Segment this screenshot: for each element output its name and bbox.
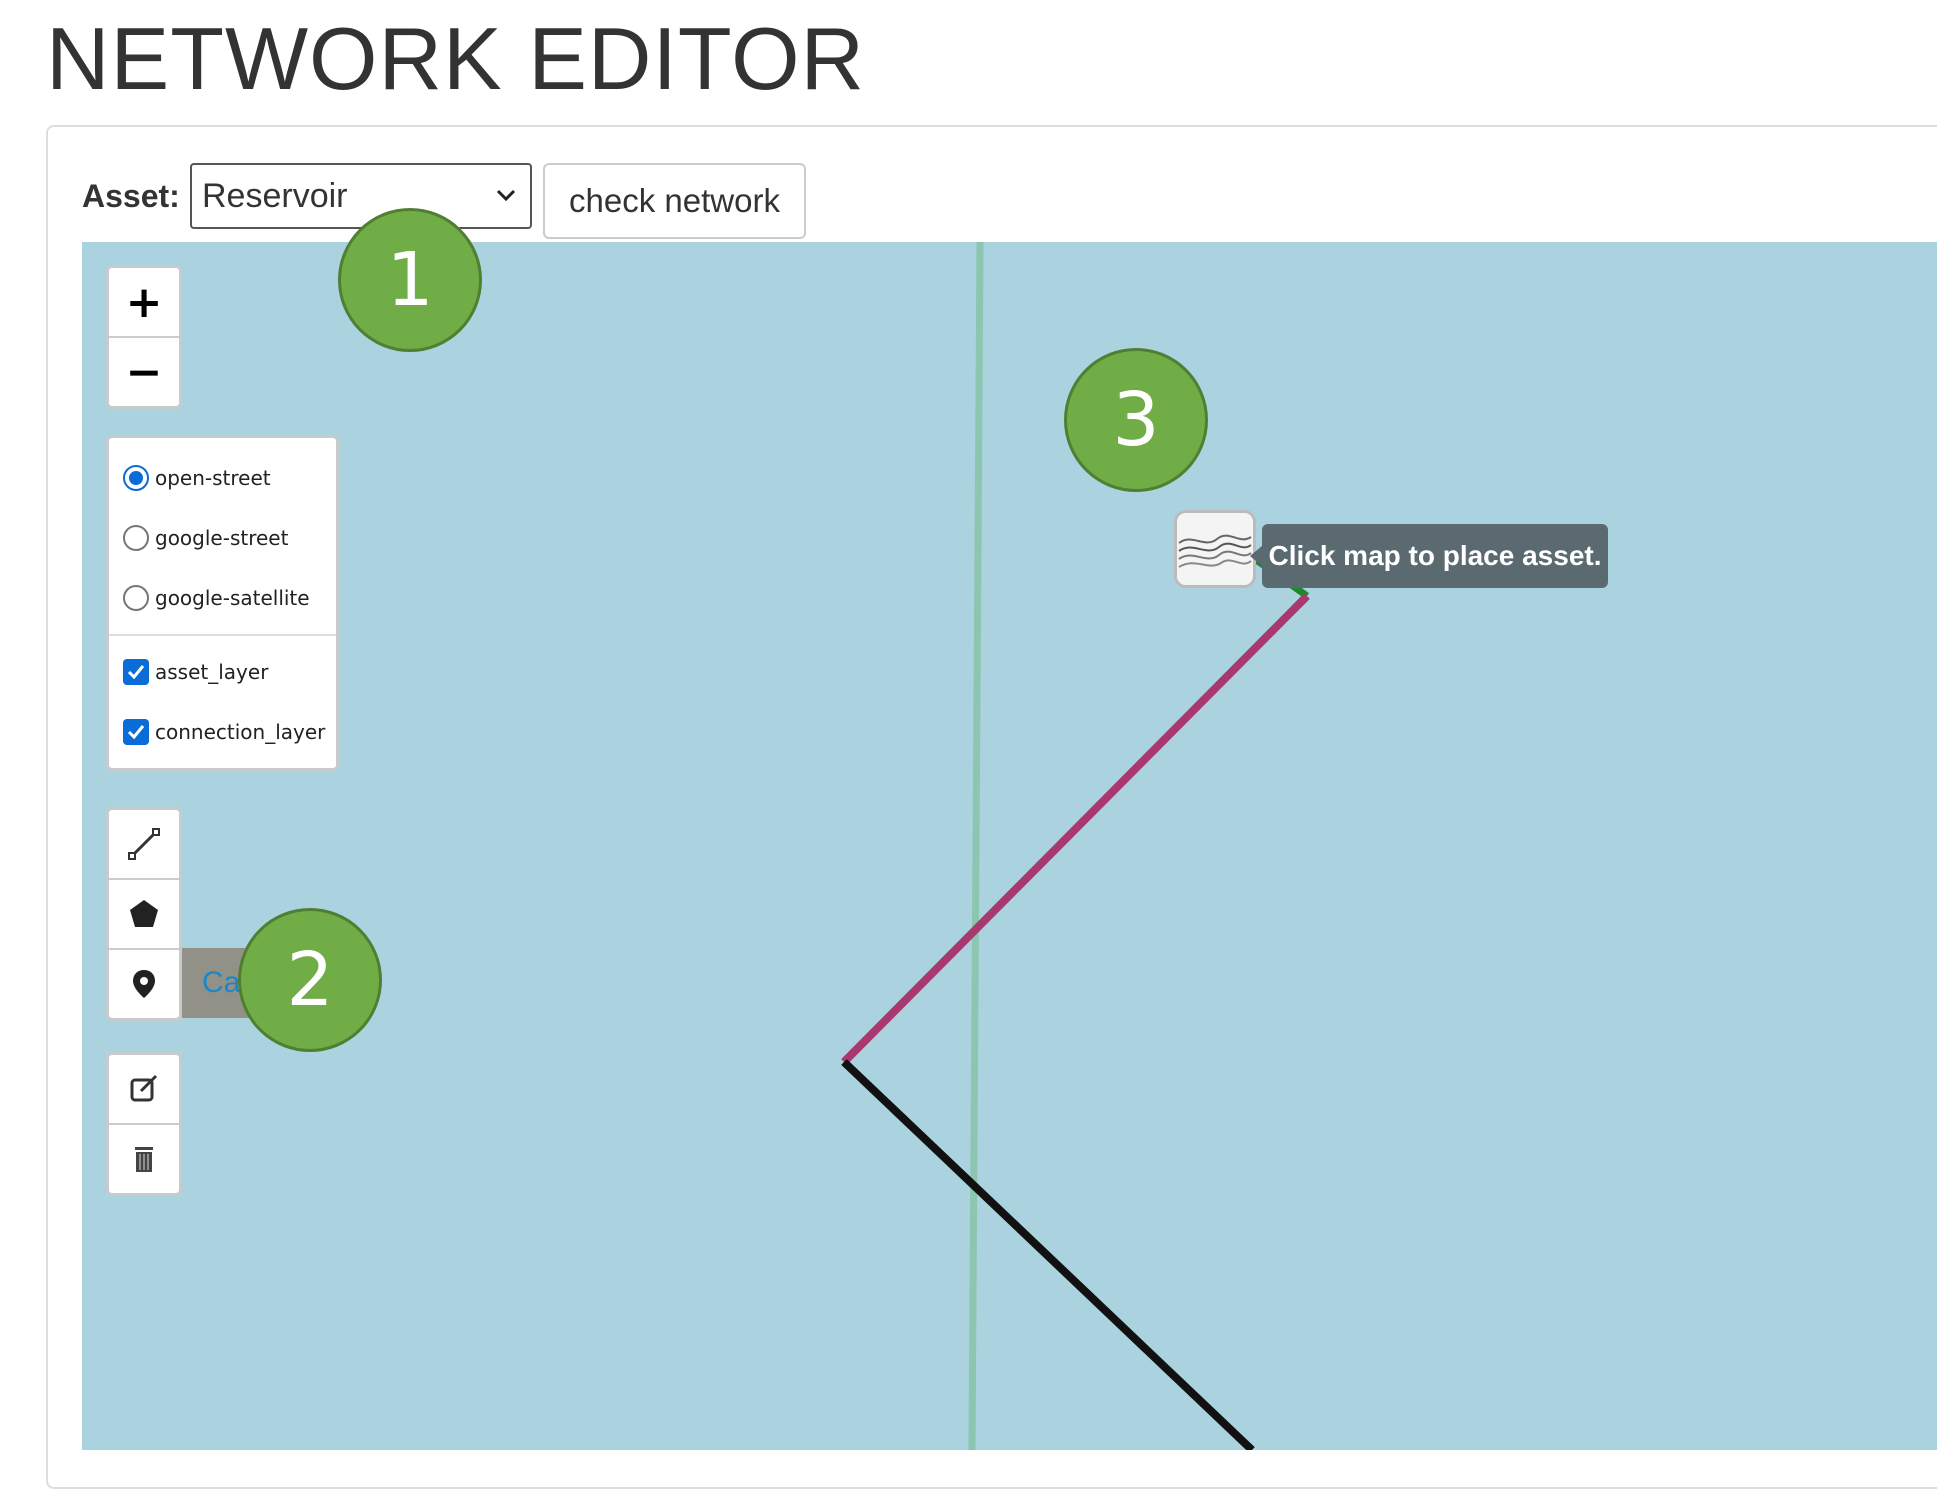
delete-layers-button[interactable] bbox=[109, 1125, 179, 1193]
layers-separator bbox=[109, 634, 336, 636]
layer-label: google-street bbox=[155, 526, 289, 550]
radio-open-street[interactable] bbox=[123, 465, 149, 491]
draw-polyline-button[interactable] bbox=[109, 810, 179, 880]
marker-icon bbox=[133, 970, 155, 998]
layer-google-satellite[interactable]: google-satellite bbox=[109, 568, 336, 628]
network-lines bbox=[841, 242, 1310, 1450]
layer-open-street[interactable]: open-street bbox=[109, 448, 336, 508]
overlay-label: connection_layer bbox=[155, 720, 326, 744]
checkbox-asset-layer[interactable] bbox=[123, 659, 149, 685]
polyline-icon bbox=[128, 828, 160, 860]
draw-toolbar bbox=[106, 807, 182, 1021]
overlay-asset-layer[interactable]: asset_layer bbox=[109, 642, 336, 702]
river-line bbox=[968, 242, 984, 1450]
edit-toolbar bbox=[106, 1052, 182, 1196]
edit-layers-button[interactable] bbox=[109, 1055, 179, 1125]
check-network-button[interactable]: check network bbox=[543, 163, 806, 239]
edit-icon bbox=[130, 1074, 158, 1102]
radio-google-satellite[interactable] bbox=[123, 585, 149, 611]
map-canvas[interactable]: + − open-street google-street google-sat… bbox=[82, 242, 1937, 1450]
overlay-connection-layer[interactable]: connection_layer bbox=[109, 702, 336, 762]
pipe-magenta bbox=[841, 593, 1310, 1065]
checkmark-icon bbox=[127, 665, 145, 680]
annotation-badge-1: 1 bbox=[338, 208, 482, 352]
asset-select-value: Reservoir bbox=[202, 176, 348, 215]
reservoir-icon bbox=[1177, 513, 1253, 585]
draw-marker-button[interactable] bbox=[109, 950, 179, 1018]
reservoir-marker-icon[interactable] bbox=[1174, 510, 1256, 588]
draw-polygon-button[interactable] bbox=[109, 880, 179, 950]
chevron-down-icon bbox=[496, 189, 516, 202]
overlay-label: asset_layer bbox=[155, 660, 269, 684]
layer-label: google-satellite bbox=[155, 586, 310, 610]
annotation-badge-3: 3 bbox=[1064, 348, 1208, 492]
checkbox-connection-layer[interactable] bbox=[123, 719, 149, 745]
zoom-in-button[interactable]: + bbox=[109, 268, 179, 338]
radio-google-street[interactable] bbox=[123, 525, 149, 551]
layers-control: open-street google-street google-satelli… bbox=[106, 435, 339, 771]
annotation-badge-2: 2 bbox=[238, 908, 382, 1052]
trash-icon bbox=[135, 1147, 153, 1172]
layer-google-street[interactable]: google-street bbox=[109, 508, 336, 568]
zoom-out-button[interactable]: − bbox=[109, 338, 179, 406]
place-asset-tooltip: Click map to place asset. bbox=[1250, 524, 1608, 588]
asset-label: Asset: bbox=[82, 178, 180, 214]
zoom-control: + − bbox=[106, 265, 182, 409]
pipe-black bbox=[841, 1059, 1255, 1450]
layer-label: open-street bbox=[155, 466, 271, 490]
polygon-icon bbox=[130, 900, 158, 927]
checkmark-icon bbox=[127, 725, 145, 740]
asset-select[interactable]: Reservoir bbox=[190, 163, 532, 229]
page-title: NETWORK EDITOR bbox=[46, 9, 866, 108]
